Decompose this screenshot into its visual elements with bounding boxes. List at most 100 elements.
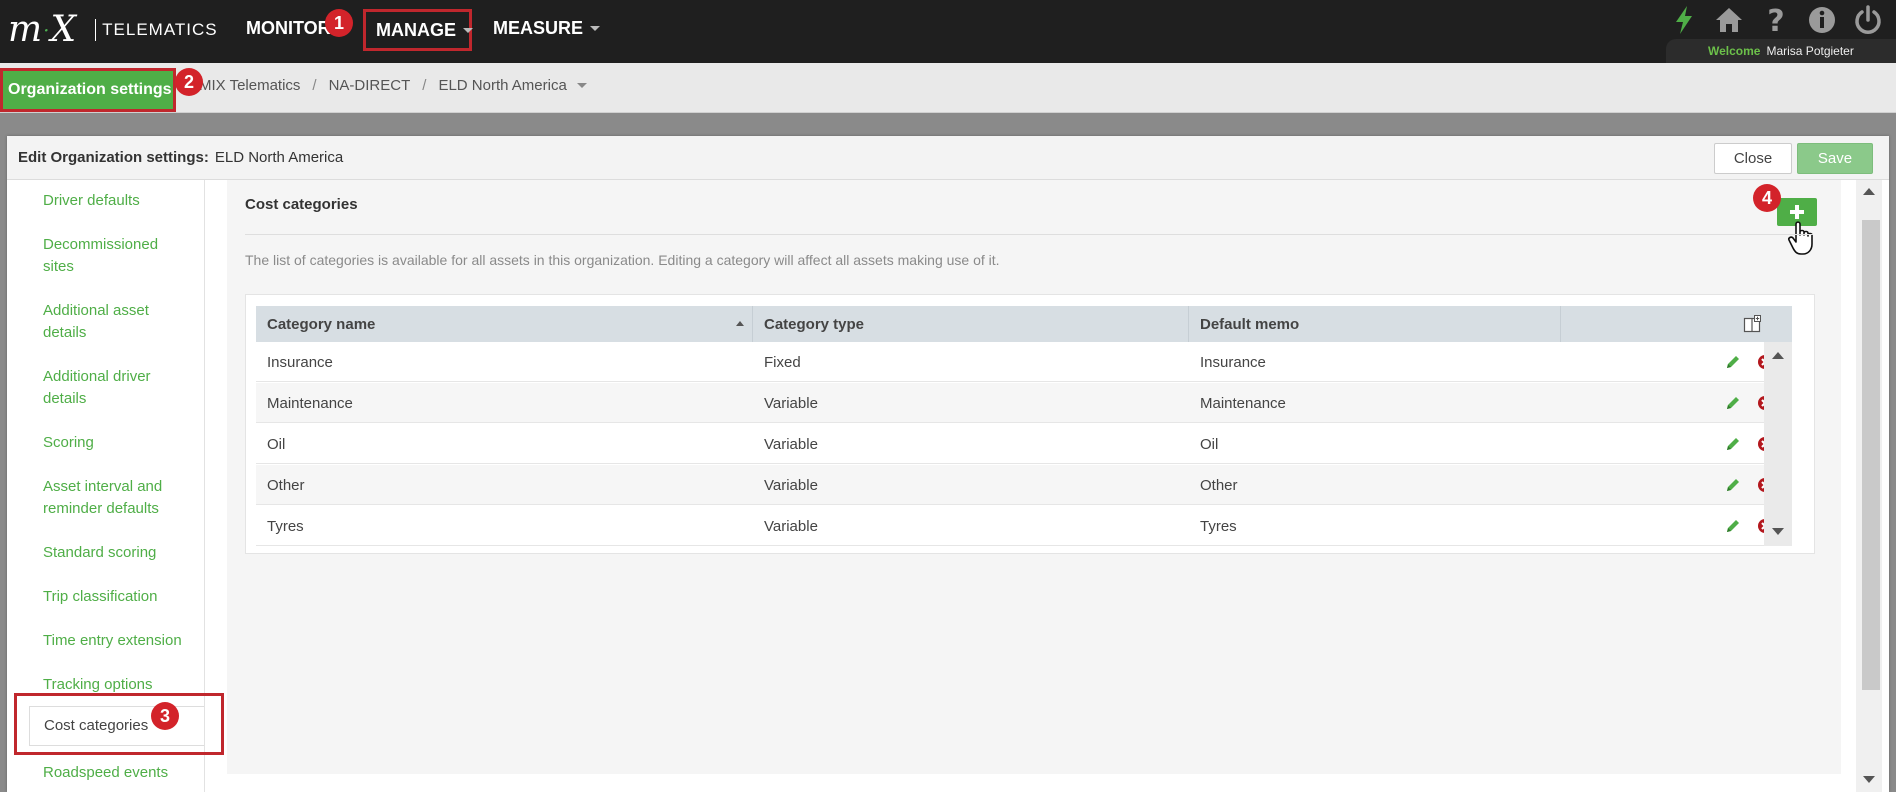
cell-category-name: Tyres <box>267 517 304 535</box>
column-header-label: Category name <box>267 315 376 333</box>
table-scrollbar[interactable] <box>1764 342 1792 546</box>
scroll-down-icon[interactable] <box>1772 528 1784 535</box>
edit-pencil-icon[interactable] <box>1725 436 1741 452</box>
cell-category-type: Variable <box>764 476 818 494</box>
cell-default-memo: Other <box>1200 476 1238 494</box>
cell-category-name: Insurance <box>267 353 333 371</box>
annotation-badge-3: 3 <box>151 702 179 730</box>
breadcrumb: MIX Telematics / NA-DIRECT / ELD North A… <box>199 77 587 94</box>
organization-settings-tab[interactable]: Organization settings <box>0 68 176 112</box>
sidebar-item-additional-asset-details[interactable]: Additional asset details <box>43 300 193 344</box>
table-row[interactable]: Insurance Fixed Insurance <box>256 342 1772 382</box>
cell-default-memo: Tyres <box>1200 517 1237 535</box>
section-title: Cost categories <box>245 196 358 213</box>
scroll-up-icon[interactable] <box>1772 352 1784 359</box>
close-button[interactable]: Close <box>1714 143 1792 174</box>
logo-text: TELEMATICS <box>102 20 218 39</box>
panel-title-label: Edit Organization settings: <box>18 149 209 166</box>
breadcrumb-item-eld-north-america[interactable]: ELD North America <box>438 77 566 94</box>
nav-monitor[interactable]: MONITOR <box>246 0 331 56</box>
cell-category-name: Oil <box>267 435 286 453</box>
plus-icon <box>1790 205 1804 219</box>
sidebar-item-asset-interval-reminder-defaults[interactable]: Asset interval and reminder defaults <box>43 476 193 520</box>
panel-title-value: ELD North America <box>214 149 344 166</box>
organization-settings-label: Organization settings <box>8 81 172 98</box>
edit-organization-settings-panel: Edit Organization settings: ELD North Am… <box>7 136 1889 792</box>
sort-ascending-icon <box>736 321 744 326</box>
sidebar-item-driver-defaults[interactable]: Driver defaults <box>43 190 193 212</box>
cell-category-name: Maintenance <box>267 394 353 412</box>
help-icon[interactable]: ? <box>1760 4 1792 36</box>
chevron-down-icon <box>463 27 473 33</box>
cell-default-memo: Maintenance <box>1200 394 1286 412</box>
breadcrumb-separator: / <box>312 77 317 94</box>
sidebar-item-decommissioned-sites[interactable]: Decommissioned sites <box>43 234 193 278</box>
cell-category-type: Variable <box>764 517 818 535</box>
chevron-down-icon[interactable] <box>576 83 587 88</box>
cell-category-name: Other <box>267 476 305 494</box>
table-row[interactable]: Oil Variable Oil <box>256 424 1772 464</box>
svg-text:?: ? <box>1767 4 1784 36</box>
table-row[interactable]: Maintenance Variable Maintenance <box>256 383 1772 423</box>
welcome-bar: Welcome Marisa Potgieter <box>1666 39 1896 63</box>
breadcrumb-separator: / <box>422 77 427 94</box>
cell-category-type: Variable <box>764 435 818 453</box>
column-header-label: Default memo <box>1200 315 1300 333</box>
home-icon[interactable] <box>1713 4 1745 36</box>
breadcrumb-item-na-direct[interactable]: NA-DIRECT <box>329 77 411 94</box>
edit-pencil-icon[interactable] <box>1725 477 1741 493</box>
top-bar: m·X TELEMATICS MONITOR 1 MANAGE MEASURE … <box>0 0 1896 63</box>
column-header-category-type[interactable]: Category type <box>753 306 1189 342</box>
column-header-label: Category type <box>764 315 865 333</box>
sidebar-item-additional-driver-details[interactable]: Additional driver details <box>43 366 193 410</box>
nav-measure[interactable]: MEASURE <box>493 0 601 56</box>
table-header: Category name Category type Default memo <box>256 306 1792 342</box>
highlight-cost-categories <box>14 693 224 755</box>
cell-default-memo: Oil <box>1200 435 1219 453</box>
edit-pencil-icon[interactable] <box>1725 354 1741 370</box>
edit-pencil-icon[interactable] <box>1725 395 1741 411</box>
cell-default-memo: Insurance <box>1200 353 1266 371</box>
power-icon[interactable] <box>1852 4 1884 36</box>
section-description: The list of categories is available for … <box>245 252 1000 268</box>
logo-mark-icon: m·X <box>8 9 78 50</box>
cost-categories-content: Cost categories 4 The list of categories… <box>227 180 1841 774</box>
annotation-badge-1: 1 <box>325 9 353 37</box>
nav-measure-label: MEASURE <box>493 17 584 38</box>
sidebar-item-time-entry-extension[interactable]: Time entry extension <box>43 630 193 652</box>
breadcrumb-item-mix-telematics[interactable]: MIX Telematics <box>199 77 300 94</box>
table-row[interactable]: Other Variable Other <box>256 465 1772 505</box>
column-header-category-name[interactable]: Category name <box>256 306 753 342</box>
chevron-down-icon <box>590 25 601 31</box>
info-icon[interactable] <box>1806 4 1838 36</box>
table-row[interactable]: Tyres Variable Tyres <box>256 506 1772 546</box>
panel-scrollbar[interactable] <box>1856 180 1882 792</box>
annotation-badge-4: 4 <box>1753 184 1781 212</box>
cost-categories-table: Category name Category type Default memo <box>245 294 1815 554</box>
scrollbar-thumb[interactable] <box>1862 220 1880 690</box>
panel-header: Edit Organization settings: ELD North Am… <box>7 136 1889 180</box>
column-header-default-memo[interactable]: Default memo <box>1189 306 1561 342</box>
sidebar-item-trip-classification[interactable]: Trip classification <box>43 586 193 608</box>
sidebar-item-scoring[interactable]: Scoring <box>43 432 193 454</box>
scroll-down-icon[interactable] <box>1863 776 1875 783</box>
cell-category-type: Fixed <box>764 353 801 371</box>
logo-divider <box>95 19 97 41</box>
nav-monitor-label: MONITOR <box>246 17 331 38</box>
nav-manage-label: MANAGE <box>376 19 456 40</box>
sidebar-item-roadspeed-events[interactable]: Roadspeed events <box>43 762 193 784</box>
annotation-badge-2: 2 <box>175 68 203 96</box>
user-name[interactable]: Marisa Potgieter <box>1766 44 1853 58</box>
welcome-label: Welcome <box>1708 44 1761 58</box>
scroll-up-icon[interactable] <box>1863 188 1875 195</box>
lightning-icon[interactable] <box>1668 4 1700 36</box>
cell-category-type: Variable <box>764 394 818 412</box>
nav-manage[interactable]: MANAGE <box>363 9 473 51</box>
edit-pencil-icon[interactable] <box>1725 518 1741 534</box>
save-button[interactable]: Save <box>1797 143 1873 174</box>
sidebar-item-standard-scoring[interactable]: Standard scoring <box>43 542 193 564</box>
breadcrumb-bar: Organization settings MIX Telematics / N… <box>0 63 1896 113</box>
column-chooser-icon[interactable] <box>1743 315 1761 333</box>
section-divider <box>245 234 1813 235</box>
mix-logo[interactable]: m·X TELEMATICS <box>8 10 218 50</box>
